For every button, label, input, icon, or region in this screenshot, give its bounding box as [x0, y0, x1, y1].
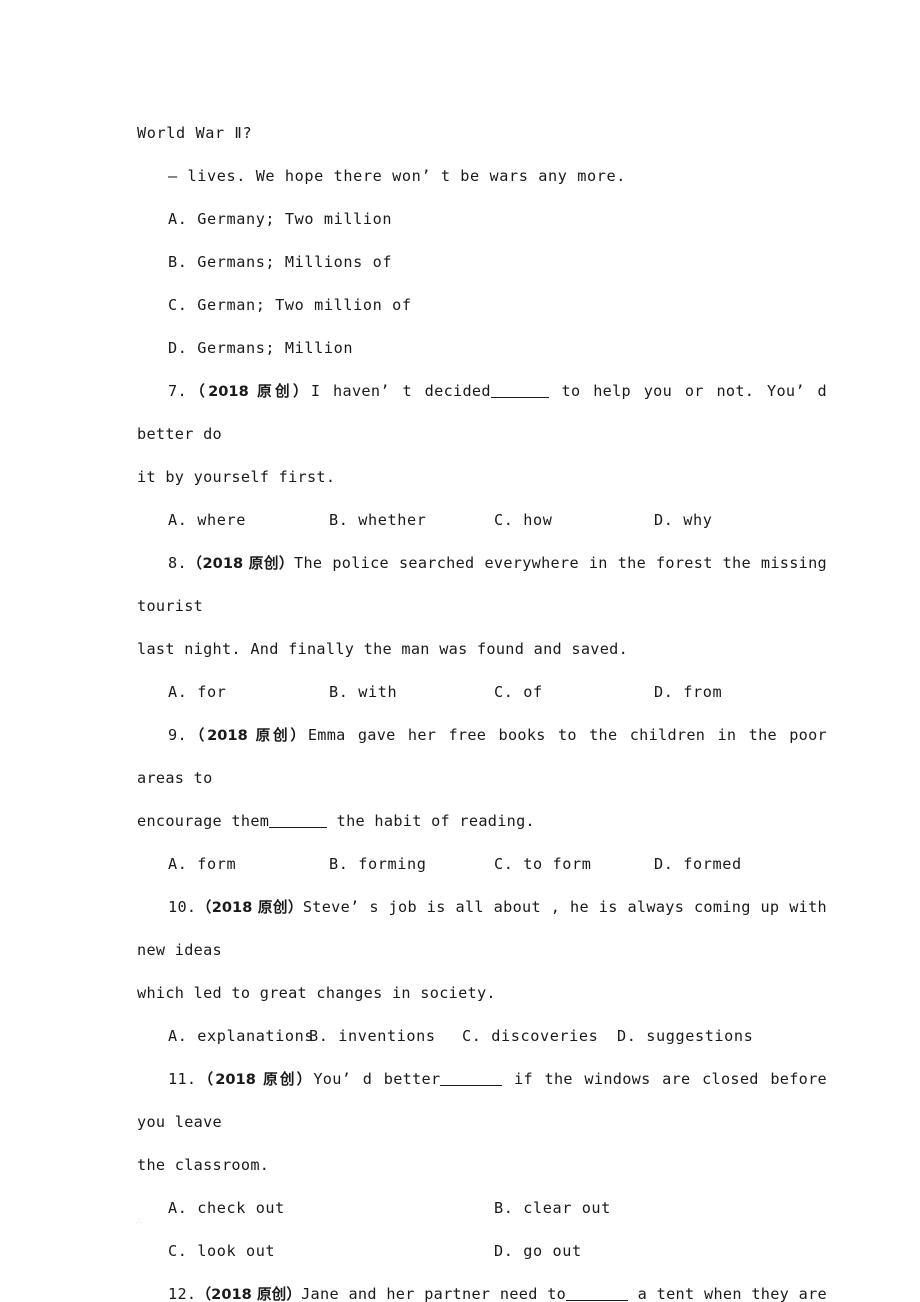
question-9-stem-tail-after: the habit of reading. [327, 812, 535, 830]
question-8-stem: 8.（2018 原创）The police searched everywher… [137, 542, 827, 671]
question-11-stem-tail: the classroom. [137, 1156, 270, 1174]
question-9-option-c[interactable]: C. to form [494, 843, 591, 886]
carryover-option-c: C. German; Two million of [168, 296, 412, 314]
question-8-stem-tail: last night. And finally the man was foun… [137, 640, 629, 658]
document-page: World War Ⅱ? — lives. We hope there won’… [0, 0, 920, 1302]
question-7-blank [490, 397, 549, 398]
question-8-option-b[interactable]: B. with [329, 671, 397, 714]
question-7-number: 7. [168, 382, 187, 400]
question-11-options-row2: C. look out D. go out [137, 1230, 827, 1273]
question-8-option-a[interactable]: A. for [168, 671, 226, 714]
question-7-tag: （2018 原创） [186, 383, 311, 400]
question-11-option-a[interactable]: A. check out [168, 1187, 285, 1230]
question-7-stem: 7.（2018 原创）I haven’ t decided to help yo… [137, 370, 827, 499]
question-9-option-a[interactable]: A. form [168, 843, 236, 886]
carryover-option-b: B. Germans; Millions of [168, 253, 393, 271]
question-11-stem-before: You’ d better [313, 1070, 441, 1088]
question-7-option-b[interactable]: B. whether [329, 499, 426, 542]
question-10-option-c[interactable]: C. discoveries [462, 1015, 598, 1058]
question-11-option-d[interactable]: D. go out [494, 1230, 582, 1273]
question-9-stem: 9.（2018 原创）Emma gave her free books to t… [137, 714, 827, 843]
question-10-option-d[interactable]: D. suggestions [617, 1015, 753, 1058]
question-10-stem-tail: which led to great changes in society. [137, 984, 496, 1002]
question-12-tag: （2018 原创） [196, 1286, 302, 1302]
question-7-stem-before: I haven’ t decided [310, 382, 491, 400]
page-corner-mark: ∴ [136, 1217, 142, 1227]
question-9-stem-tail-wrap: encourage them the habit of reading. [137, 800, 827, 843]
question-10-tag: （2018 原创） [196, 899, 303, 916]
question-12-stem: 12.（2018 原创）Jane and her partner need to… [137, 1273, 827, 1302]
question-7-option-c[interactable]: C. how [494, 499, 552, 542]
question-7-option-a[interactable]: A. where [168, 499, 246, 542]
carryover-option-d: D. Germans; Million [168, 339, 354, 357]
question-9-blank [269, 827, 328, 828]
question-8-option-c[interactable]: C. of [494, 671, 543, 714]
question-11-option-b[interactable]: B. clear out [494, 1187, 611, 1230]
continuation-line: World War Ⅱ? [137, 124, 253, 142]
question-10-option-a[interactable]: A. explanations [168, 1015, 314, 1058]
carryover-option-a: A. Germany; Two million [168, 210, 393, 228]
question-9-option-b[interactable]: B. forming [329, 843, 426, 886]
question-7-stem-tail: it by yourself first. [137, 468, 336, 486]
question-9-tag: （2018 原创） [186, 727, 308, 744]
question-11-option-c[interactable]: C. look out [168, 1230, 275, 1273]
question-8-option-d[interactable]: D. from [654, 671, 722, 714]
question-7-options: A. where B. whether C. how D. why [137, 499, 827, 542]
continuation-answer-line: — lives. We hope there won’ t be wars an… [168, 167, 626, 185]
question-11-options-row1: A. check out B. clear out [137, 1187, 827, 1230]
question-11-tag: （2018 原创） [196, 1071, 314, 1088]
document-body: World War Ⅱ? — lives. We hope there won’… [137, 112, 827, 1302]
question-10-option-b[interactable]: B. inventions [309, 1015, 436, 1058]
question-8-tag: （2018 原创） [186, 555, 295, 572]
question-8-stem-before: The police searched everywhere in the fo… [294, 554, 713, 572]
question-11-stem: 11.（2018 原创）You’ d better if the windows… [137, 1058, 827, 1187]
question-9-option-d[interactable]: D. formed [654, 843, 742, 886]
question-8-options: A. for B. with C. of D. from [137, 671, 827, 714]
question-10-options: A. explanations B. inventions C. discove… [137, 1015, 827, 1058]
question-7-option-d[interactable]: D. why [654, 499, 712, 542]
question-12-stem-before: Jane and her partner need to [301, 1285, 567, 1302]
question-10-stem: 10.（2018 原创）Steve’ s job is all about , … [137, 886, 827, 1015]
question-11-blank [440, 1085, 503, 1086]
question-12-blank [566, 1300, 629, 1301]
question-9-options: A. form B. forming C. to form D. formed [137, 843, 827, 886]
